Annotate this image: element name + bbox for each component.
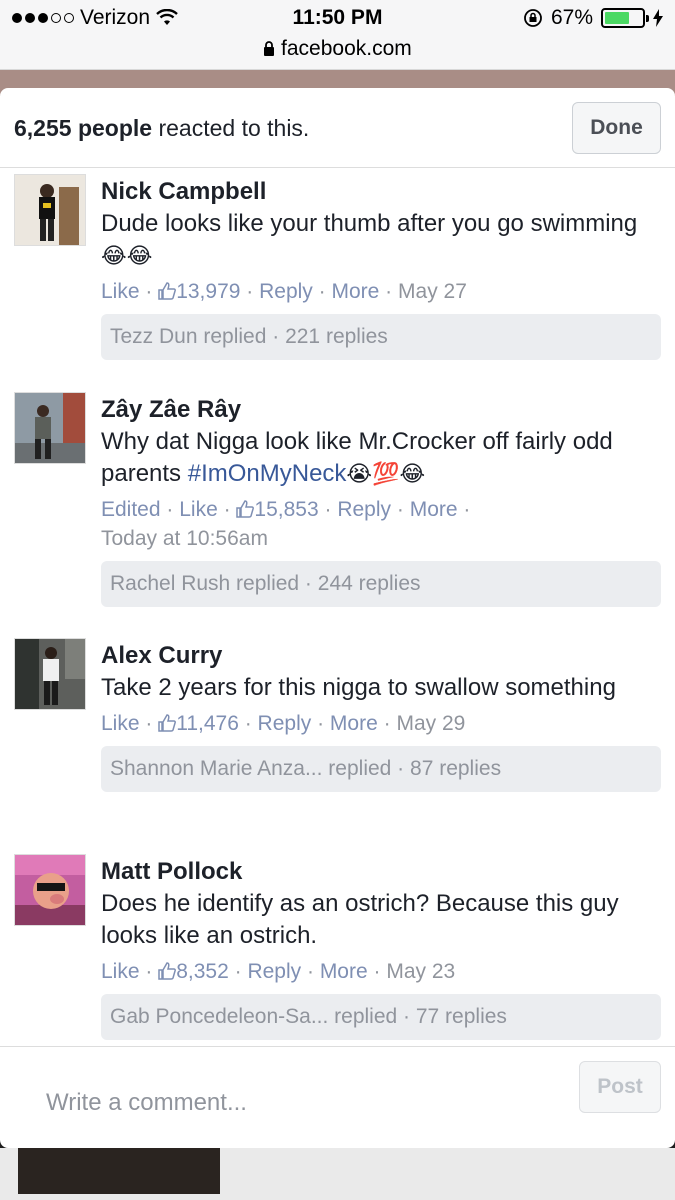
- reply-button[interactable]: Reply: [337, 498, 391, 521]
- battery-icon: [601, 8, 649, 28]
- more-button[interactable]: More: [330, 712, 378, 735]
- comment-date: May 23: [386, 960, 456, 983]
- more-button[interactable]: More: [320, 960, 368, 983]
- comment-actions: Edited · Like · 15,853 · Reply · More · …: [101, 498, 471, 550]
- like-count[interactable]: 13,979: [158, 280, 240, 303]
- comment-date: May 29: [396, 712, 466, 735]
- url-text: facebook.com: [281, 37, 412, 60]
- edited-label[interactable]: Edited: [101, 498, 161, 521]
- reply-button[interactable]: Reply: [247, 960, 301, 983]
- like-button[interactable]: Like: [101, 712, 140, 735]
- avatar[interactable]: [14, 174, 86, 246]
- comments-sheet: 6,255 people reacted to this. Done Nick …: [0, 88, 675, 1148]
- reply-button[interactable]: Reply: [258, 712, 312, 735]
- sheet-header: 6,255 people reacted to this. Done: [0, 88, 675, 168]
- like-count[interactable]: 8,352: [158, 960, 229, 983]
- commenter-name[interactable]: Nick Campbell: [101, 176, 661, 208]
- comment-composer: Post: [0, 1046, 675, 1148]
- thumbs-up-icon: [158, 282, 177, 300]
- lock-icon: [264, 41, 275, 56]
- comment-actions: Like · 8,352 · Reply · More · May 23: [101, 960, 456, 983]
- address-bar[interactable]: facebook.com: [0, 37, 675, 61]
- comment-input[interactable]: [46, 1085, 486, 1121]
- commenter-name[interactable]: Matt Pollock: [101, 856, 661, 888]
- replies-link[interactable]: Gab Poncedeleon-Sa... replied · 77 repli…: [101, 994, 661, 1040]
- like-button[interactable]: Like: [179, 498, 218, 521]
- reactions-count: 6,255 people: [14, 115, 153, 141]
- like-button[interactable]: Like: [101, 960, 140, 983]
- thumbs-up-icon: [158, 962, 177, 980]
- post-button[interactable]: Post: [579, 1061, 661, 1113]
- crying-hundred-laughing-emoji-icon: 😭💯😂: [346, 461, 426, 486]
- reactions-summary[interactable]: 6,255 people reacted to this.: [14, 115, 309, 142]
- status-bar: Verizon 11:50 PM 67% facebook.com: [0, 0, 675, 70]
- like-count[interactable]: 11,476: [158, 712, 239, 735]
- more-button[interactable]: More: [331, 280, 379, 303]
- commenter-name[interactable]: Zây Zâe Rây: [101, 394, 661, 426]
- more-button[interactable]: More: [410, 498, 458, 521]
- done-button[interactable]: Done: [572, 102, 661, 154]
- comment-date: May 27: [398, 280, 467, 303]
- battery-percent: 67%: [550, 6, 593, 29]
- comment-text: Dude looks like your thumb after you go …: [101, 210, 638, 268]
- replies-link[interactable]: Rachel Rush replied · 244 replies: [101, 561, 661, 607]
- hashtag-link[interactable]: #ImOnMyNeck: [188, 460, 347, 487]
- thumbs-up-icon: [236, 500, 255, 518]
- avatar[interactable]: [14, 392, 86, 464]
- thumbs-up-icon: [158, 714, 177, 732]
- comment-text: Does he identify as an ostrich? Because …: [101, 890, 619, 949]
- replies-link[interactable]: Tezz Dun replied · 221 replies: [101, 314, 661, 360]
- reactions-suffix: reacted to this.: [152, 115, 310, 141]
- comment-actions: Like · 11,476 · Reply · More · May 29: [101, 712, 466, 735]
- avatar[interactable]: [14, 854, 86, 926]
- comment-text: Why dat Nigga look like Mr.Crocker off f…: [101, 428, 613, 487]
- comment-date: Today at 10:56am: [101, 527, 268, 550]
- comment-text: Take 2 years for this nigga to swallow s…: [101, 674, 616, 701]
- laughing-emoji-icon: 😂😂: [101, 243, 153, 268]
- background-thumbnail: [18, 1148, 220, 1194]
- charging-icon: [653, 9, 663, 27]
- like-button[interactable]: Like: [101, 280, 140, 303]
- orientation-lock-icon: [524, 9, 542, 27]
- reply-button[interactable]: Reply: [259, 280, 313, 303]
- comment-actions: Like · 13,979 · Reply · More · May 27: [101, 280, 467, 303]
- commenter-name[interactable]: Alex Curry: [101, 640, 661, 672]
- avatar[interactable]: [14, 638, 86, 710]
- like-count[interactable]: 15,853: [236, 498, 319, 521]
- replies-link[interactable]: Shannon Marie Anza... replied · 87 repli…: [101, 746, 661, 792]
